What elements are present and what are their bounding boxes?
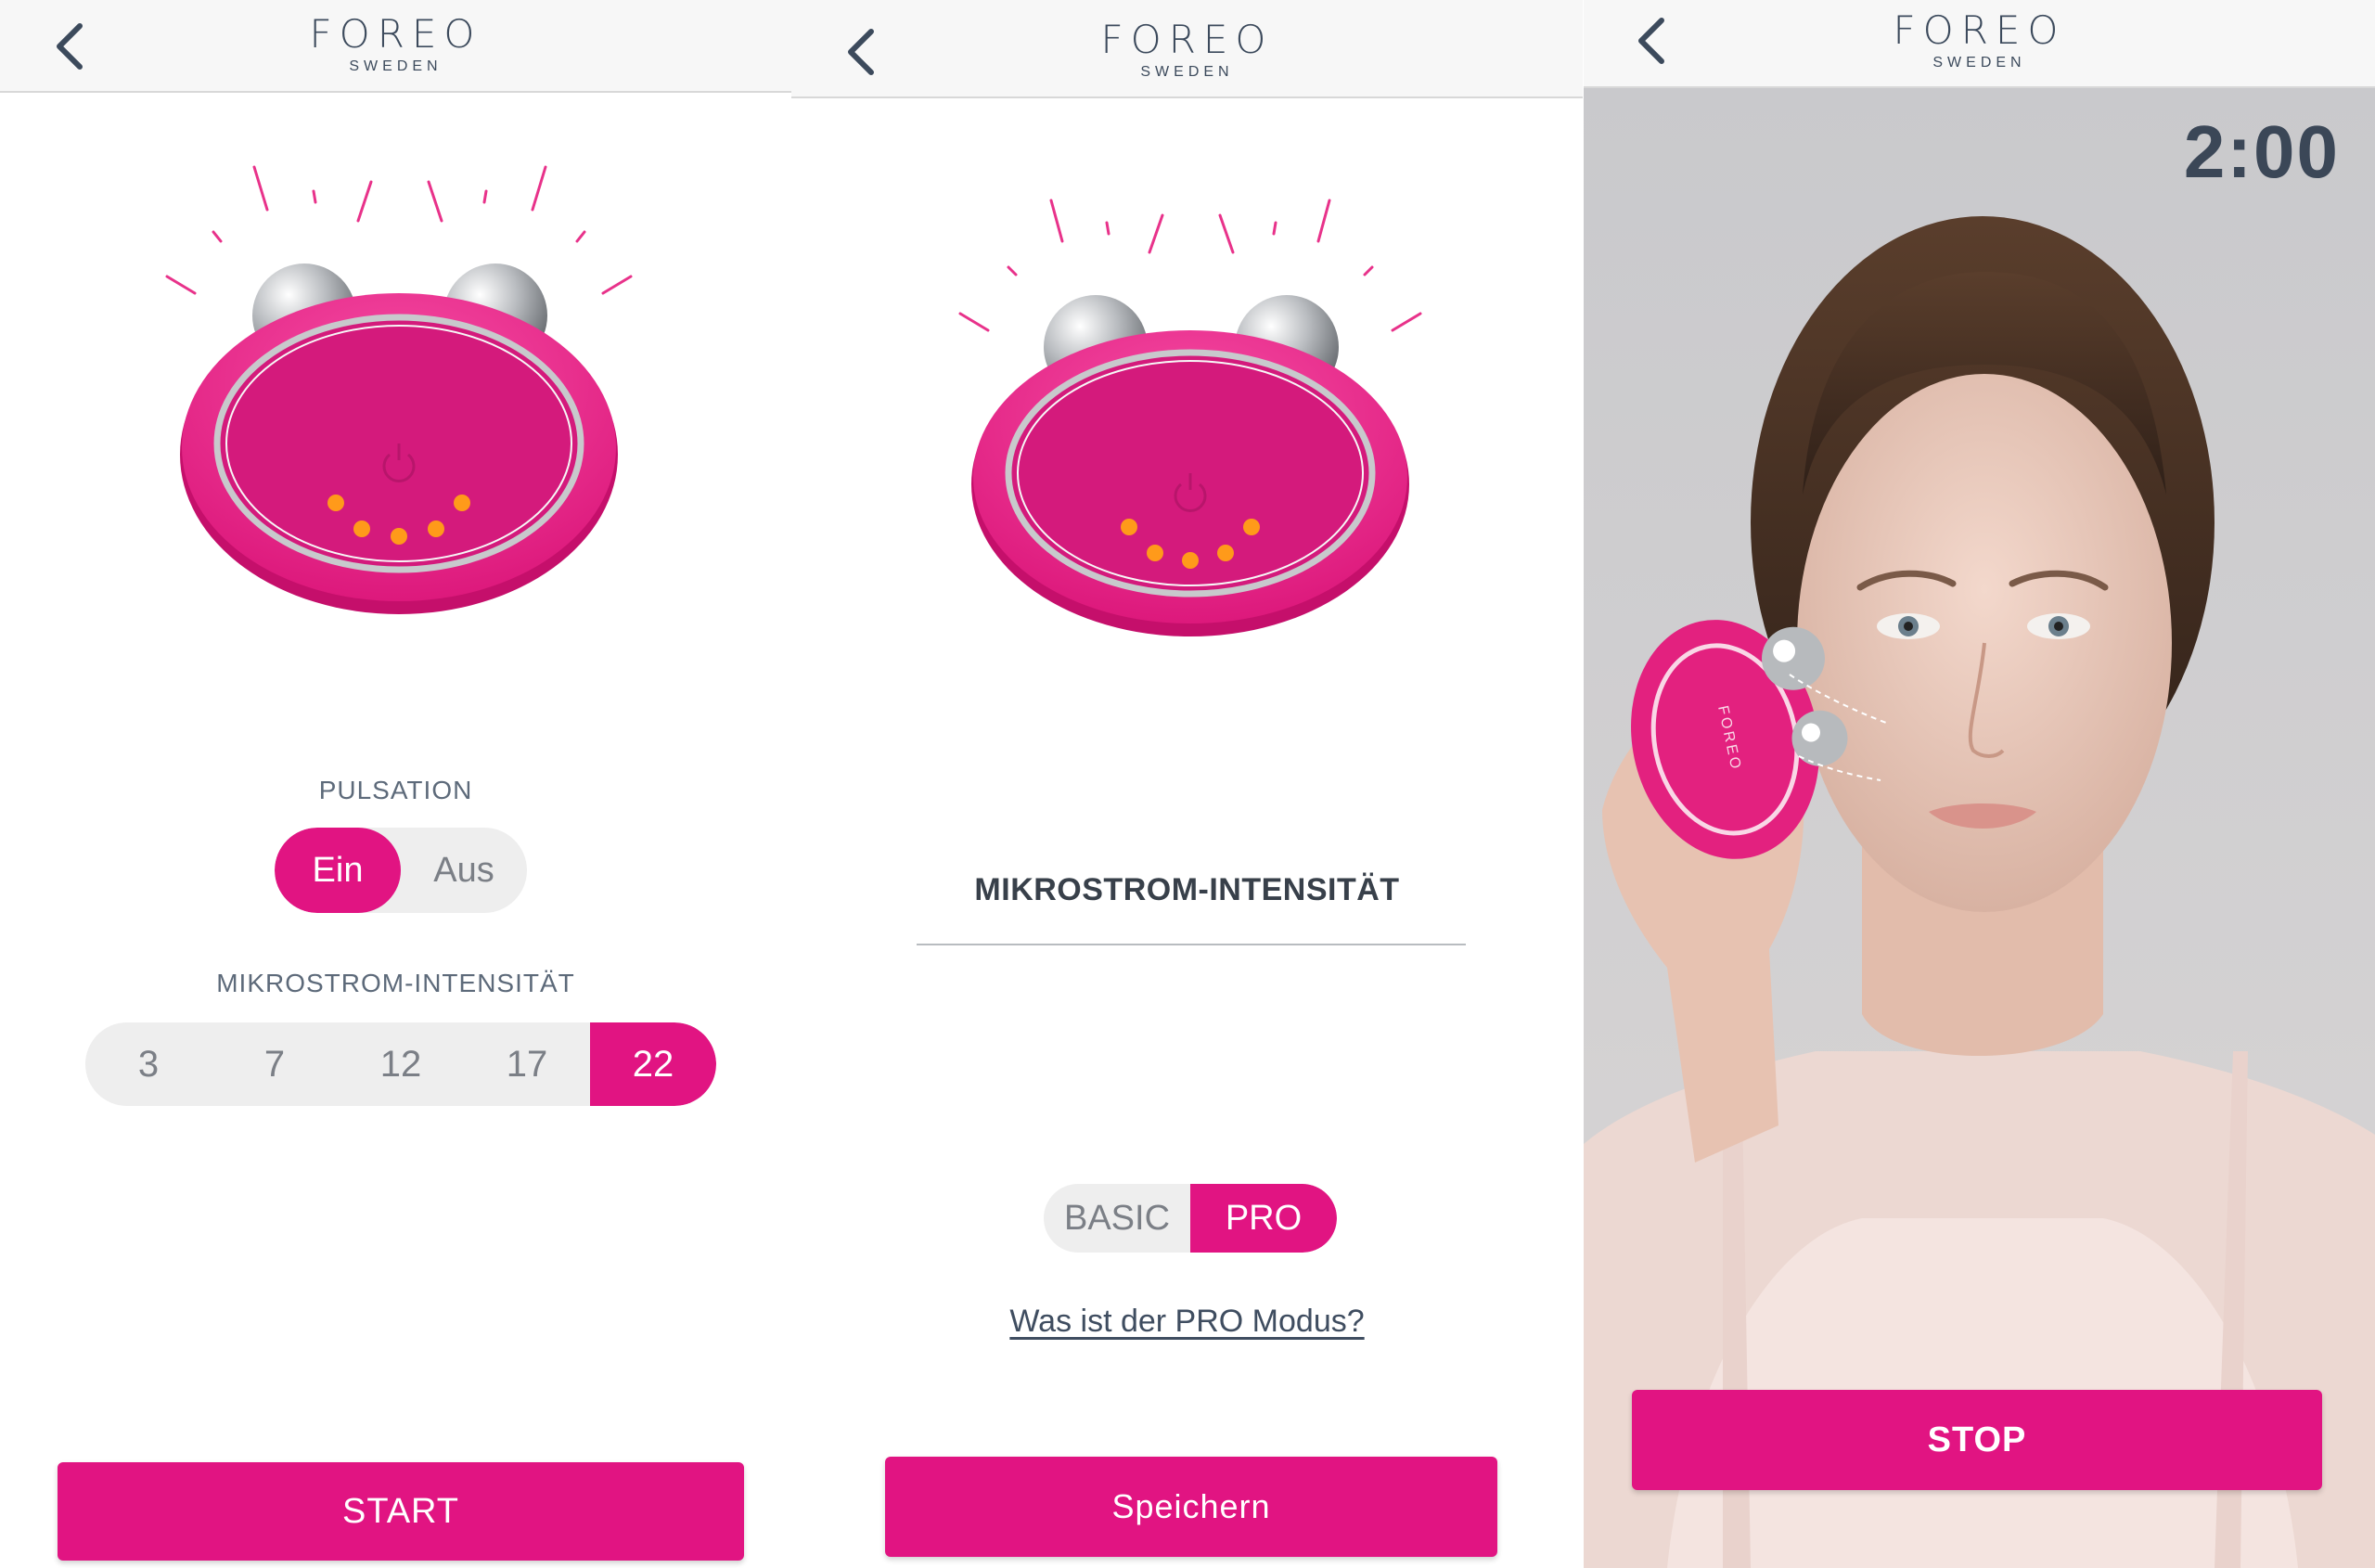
pulsation-option-aus[interactable]: Aus	[401, 828, 527, 913]
treatment-video: FOREO	[1584, 86, 2375, 1568]
intensity-label: MIKROSTROM-INTENSITÄT	[216, 969, 575, 997]
bear-device-illustration	[958, 199, 1422, 636]
save-button[interactable]: Speichern	[885, 1457, 1497, 1557]
brand-logo: FOREO SWEDEN	[309, 11, 482, 75]
intensity-selector[interactable]: 3 7 12 17 22	[85, 1022, 716, 1106]
app-header: FOREO SWEDEN	[1584, 0, 2375, 88]
app-header: FOREO SWEDEN	[791, 0, 1583, 98]
pulsation-toggle[interactable]: Ein Aus	[275, 828, 527, 913]
start-button[interactable]: START	[58, 1462, 744, 1561]
pulsation-option-ein[interactable]: Ein	[275, 828, 401, 913]
mode-option-pro[interactable]: PRO	[1190, 1184, 1337, 1253]
intensity-option-7[interactable]: 7	[212, 1022, 338, 1106]
bear-device-illustration	[165, 165, 633, 614]
settings-screen-mode: FOREO SWEDEN MIKROSTROM-INTENSITÄT BASIC…	[791, 0, 1583, 1568]
intensity-option-12[interactable]: 12	[338, 1022, 464, 1106]
intensity-option-3[interactable]: 3	[85, 1022, 212, 1106]
app-header: FOREO SWEDEN	[0, 0, 791, 93]
mode-toggle[interactable]: BASIC PRO	[1044, 1184, 1337, 1253]
countdown-timer: 2:00	[2183, 110, 2340, 193]
mode-option-basic[interactable]: BASIC	[1044, 1184, 1190, 1253]
treatment-video-screen: FOREO FOREO SWEDEN 2:00 STOP	[1584, 0, 2375, 1568]
pulsation-label: PULSATION	[318, 776, 473, 804]
brand-logo: FOREO SWEDEN	[1100, 17, 1274, 81]
intensity-option-22[interactable]: 22	[590, 1022, 716, 1106]
intensity-title: MIKROSTROM-INTENSITÄT	[974, 872, 1400, 907]
stop-button[interactable]: STOP	[1632, 1390, 2322, 1490]
intensity-option-17[interactable]: 17	[464, 1022, 590, 1106]
title-divider	[917, 944, 1466, 945]
pro-mode-info-link[interactable]: Was ist der PRO Modus?	[791, 1304, 1583, 1340]
settings-screen-pulsation: FOREO SWEDEN PULSATION Ein Aus MIKROSTRO…	[0, 0, 791, 1568]
brand-logo: FOREO SWEDEN	[1893, 7, 2066, 71]
